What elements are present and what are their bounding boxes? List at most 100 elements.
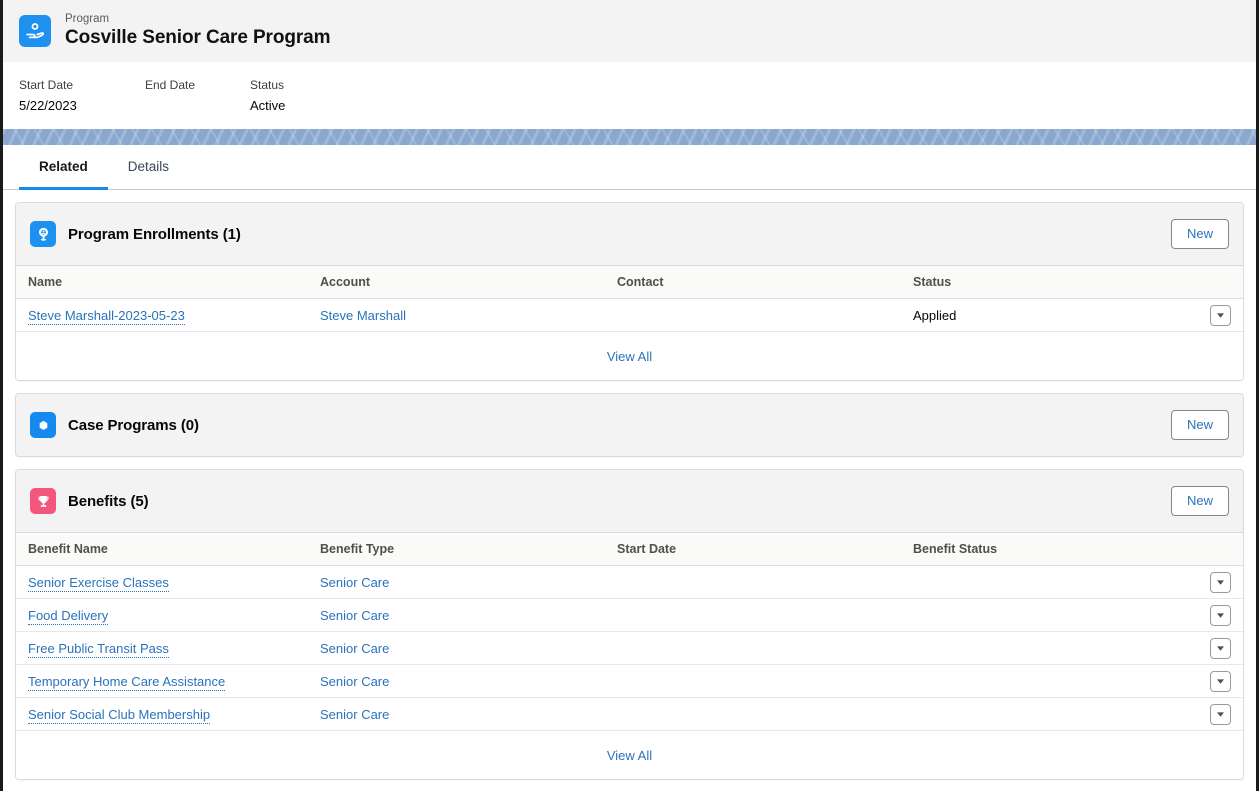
column-header-name[interactable]: Name xyxy=(16,265,308,299)
table-body: Senior Exercise Classes Senior Care Food… xyxy=(16,565,1243,731)
program-enrollments-table: Name Account Contact Status Steve Marsha… xyxy=(16,265,1243,332)
new-button[interactable]: New xyxy=(1171,219,1229,249)
benefit-name-link[interactable]: Food Delivery xyxy=(28,607,109,625)
column-header-benefit-status[interactable]: Benefit Status xyxy=(901,532,1197,566)
cell-start-date xyxy=(605,631,901,665)
card-title: Program Enrollments (1) xyxy=(68,225,241,243)
new-button[interactable]: New xyxy=(1171,410,1229,440)
related-list-case-programs: Case Programs (0) New xyxy=(15,393,1244,457)
benefit-name-link[interactable]: Senior Exercise Classes xyxy=(28,574,169,592)
object-label: Program xyxy=(65,13,110,25)
field-value: 5/22/2023 xyxy=(19,98,77,113)
cell-start-date xyxy=(605,565,901,599)
tab-details[interactable]: Details xyxy=(108,146,189,190)
card-footer: View All xyxy=(16,332,1243,380)
cell-benefit-type: Senior Care xyxy=(308,598,605,632)
table-head: Name Account Contact Status xyxy=(16,265,1243,299)
record-title-block: Program Cosville Senior Care Program xyxy=(65,12,331,50)
column-header-start-date[interactable]: Start Date xyxy=(605,532,901,566)
cell-benefit-status xyxy=(901,697,1197,731)
row-actions-chevron-down-icon[interactable] xyxy=(1209,571,1231,593)
cell-benefit-type: Senior Care xyxy=(308,631,605,665)
related-list-benefits: Benefits (5) New Benefit Name Benefit Ty… xyxy=(15,469,1244,780)
benefit-type-link[interactable]: Senior Care xyxy=(320,608,389,623)
benefit-type-link[interactable]: Senior Care xyxy=(320,641,389,656)
table-row: Food Delivery Senior Care xyxy=(16,598,1243,632)
field-label: Start Date xyxy=(19,78,74,92)
cell-benefit-type: Senior Care xyxy=(308,565,605,599)
table-row: Free Public Transit Pass Senior Care xyxy=(16,631,1243,665)
view-all-link[interactable]: View All xyxy=(607,349,652,364)
highlights-panel: Start Date 5/22/2023 End Date Status Act… xyxy=(3,62,1256,129)
column-header-benefit-name[interactable]: Benefit Name xyxy=(16,532,308,566)
column-header-actions xyxy=(1197,532,1243,566)
card-header: Case Programs (0) New xyxy=(16,394,1243,456)
account-link[interactable]: Steve Marshall xyxy=(320,308,406,323)
record-page: Program Cosville Senior Care Program Sta… xyxy=(0,0,1259,791)
page-title: Cosville Senior Care Program xyxy=(65,27,331,48)
cell-actions xyxy=(1197,298,1243,332)
cell-status: Applied xyxy=(901,298,1197,332)
cell-benefit-status xyxy=(901,664,1197,698)
cell-benefit-name: Temporary Home Care Assistance xyxy=(16,664,308,698)
column-header-benefit-type[interactable]: Benefit Type xyxy=(308,532,605,566)
column-header-status[interactable]: Status xyxy=(901,265,1197,299)
cell-actions xyxy=(1197,697,1243,731)
column-header-account[interactable]: Account xyxy=(308,265,605,299)
field-label: End Date xyxy=(145,78,196,92)
cell-benefit-name: Free Public Transit Pass xyxy=(16,631,308,665)
related-lists-body: Program Enrollments (1) New Name Account… xyxy=(3,190,1256,780)
benefit-name-link[interactable]: Senior Social Club Membership xyxy=(28,706,211,724)
cell-actions xyxy=(1197,664,1243,698)
case-program-icon xyxy=(30,412,56,438)
benefit-type-link[interactable]: Senior Care xyxy=(320,707,389,722)
row-actions-chevron-down-icon[interactable] xyxy=(1209,304,1231,326)
card-header: Program Enrollments (1) New xyxy=(16,203,1243,265)
card-footer: View All xyxy=(16,731,1243,779)
program-icon xyxy=(19,15,51,47)
benefit-type-link[interactable]: Senior Care xyxy=(320,575,389,590)
cell-actions xyxy=(1197,598,1243,632)
record-name-link[interactable]: Steve Marshall-2023-05-23 xyxy=(28,307,185,325)
column-header-actions xyxy=(1197,265,1243,299)
row-actions-chevron-down-icon[interactable] xyxy=(1209,637,1231,659)
cell-start-date xyxy=(605,598,901,632)
cell-contact xyxy=(605,298,901,332)
record-header: Program Cosville Senior Care Program xyxy=(3,0,1256,62)
tab-related[interactable]: Related xyxy=(19,146,108,190)
cell-start-date xyxy=(605,664,901,698)
related-list-program-enrollments: Program Enrollments (1) New Name Account… xyxy=(15,202,1244,381)
benefit-name-link[interactable]: Free Public Transit Pass xyxy=(28,640,169,658)
new-button[interactable]: New xyxy=(1171,486,1229,516)
table-header-row: Benefit Name Benefit Type Start Date Ben… xyxy=(16,532,1243,566)
table-row: Steve Marshall-2023-05-23 Steve Marshall… xyxy=(16,298,1243,332)
view-all-link[interactable]: View All xyxy=(607,748,652,763)
table-row: Senior Exercise Classes Senior Care xyxy=(16,565,1243,599)
benefit-type-link[interactable]: Senior Care xyxy=(320,674,389,689)
table-head: Benefit Name Benefit Type Start Date Ben… xyxy=(16,532,1243,566)
row-actions-chevron-down-icon[interactable] xyxy=(1209,703,1231,725)
cell-benefit-name: Senior Social Club Membership xyxy=(16,697,308,731)
cell-benefit-type: Senior Care xyxy=(308,664,605,698)
program-enrollment-icon xyxy=(30,221,56,247)
highlight-field-status: Status Active xyxy=(250,76,410,129)
table-header-row: Name Account Contact Status xyxy=(16,265,1243,299)
cell-name: Steve Marshall-2023-05-23 xyxy=(16,298,308,332)
table-row: Senior Social Club Membership Senior Car… xyxy=(16,697,1243,731)
highlight-field-end-date: End Date xyxy=(145,76,250,129)
cell-actions xyxy=(1197,565,1243,599)
tab-label: Related xyxy=(39,159,88,174)
cell-start-date xyxy=(605,697,901,731)
cell-benefit-type: Senior Care xyxy=(308,697,605,731)
column-header-contact[interactable]: Contact xyxy=(605,265,901,299)
highlight-field-start-date: Start Date 5/22/2023 xyxy=(19,76,145,129)
row-actions-chevron-down-icon[interactable] xyxy=(1209,670,1231,692)
benefit-name-link[interactable]: Temporary Home Care Assistance xyxy=(28,673,226,691)
cell-benefit-status xyxy=(901,565,1197,599)
benefits-table: Benefit Name Benefit Type Start Date Ben… xyxy=(16,532,1243,731)
cell-benefit-status xyxy=(901,598,1197,632)
card-title: Case Programs (0) xyxy=(68,416,199,434)
row-actions-chevron-down-icon[interactable] xyxy=(1209,604,1231,626)
cell-benefit-status xyxy=(901,631,1197,665)
card-title: Benefits (5) xyxy=(68,492,149,510)
